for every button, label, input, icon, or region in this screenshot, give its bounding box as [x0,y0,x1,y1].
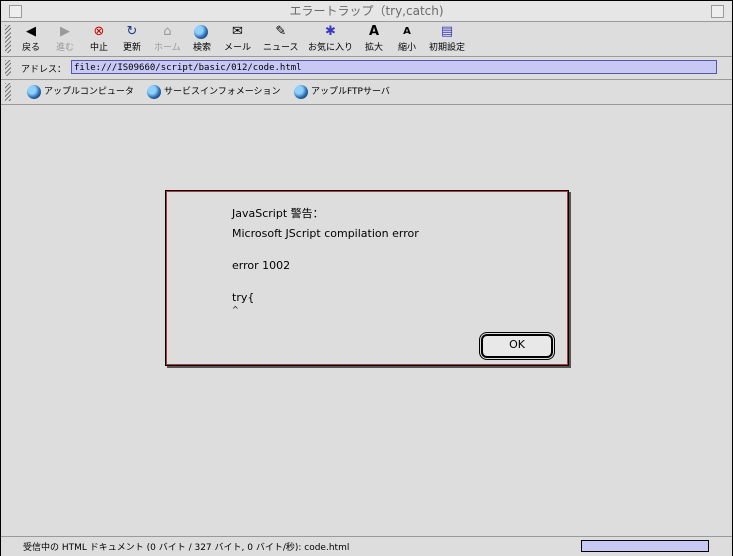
dialog-caret: ^ [232,305,239,314]
refresh-button[interactable]: ↻ 更新 [123,24,142,54]
back-label: 戻る [22,43,41,53]
mail-icon: ✉ [232,24,243,39]
address-label: アドレス： [21,65,67,75]
news-button[interactable]: ✎ ニュース [263,24,299,54]
zoom-box[interactable] [711,5,724,18]
globe-icon [147,84,161,99]
stop-icon: ⊗ [93,24,105,39]
text-smaller-icon: A [403,26,411,37]
back-button[interactable]: ◀ 戻る [22,24,41,54]
close-box[interactable] [9,5,22,18]
home-button[interactable]: ⌂ ホーム [154,24,181,54]
text-smaller-label: 縮小 [398,43,417,53]
text-larger-label: 拡大 [365,43,384,53]
javascript-alert-dialog: JavaScript 警告： Microsoft JScript compila… [165,190,569,366]
search-button[interactable]: 検索 [193,25,211,53]
stop-button[interactable]: ⊗ 中止 [90,24,109,54]
text-smaller-button[interactable]: A 縮小 [398,25,416,53]
forward-label: 進む [56,43,75,53]
refresh-icon: ↻ [126,24,138,39]
forward-button[interactable]: ▶ 進む [56,24,75,54]
favorites-button[interactable]: ✱ お気に入り [308,24,354,54]
address-bar: アドレス： file:///IS09660/script/basic/012/c… [1,57,732,80]
title-bar[interactable]: エラートラップ（try,catch) [1,1,732,22]
text-larger-icon: A [368,24,380,39]
dialog-title: JavaScript 警告： [232,207,324,220]
globe-icon [27,84,41,99]
favorite-apple-computer[interactable]: アップルコンピュータ [27,84,134,99]
mail-button[interactable]: ✉ メール [224,24,252,54]
dialog-message-line1: Microsoft JScript compilation error [232,227,419,240]
status-text: 受信中の HTML ドキュメント (0 バイト / 327 バイト, 0 バイト… [23,543,350,553]
window-title: エラートラップ（try,catch) [289,4,444,18]
news-icon: ✎ [275,24,287,39]
forward-arrow-icon: ▶ [60,24,70,39]
preferences-icon: ▤ [440,24,454,39]
dialog-message-line3: try{ [232,291,255,304]
home-icon: ⌂ [163,24,172,39]
favorites-grip[interactable] [5,83,11,101]
favorites-icon: ✱ [325,24,336,39]
favorite-service-info[interactable]: サービスインフォメーション [147,84,281,99]
toolbar-grip[interactable] [5,25,11,53]
browser-window: エラートラップ（try,catch) ◀ 戻る ▶ 進む ⊗ 中止 ↻ 更新 ⌂… [0,0,733,556]
dialog-message-line2: error 1002 [232,259,291,272]
page-content: JavaScript 警告： Microsoft JScript compila… [1,105,732,535]
search-label: 検索 [193,43,212,53]
progress-bar [581,540,709,552]
preferences-button[interactable]: ▤ 初期設定 [429,24,466,54]
ok-button[interactable]: OK [481,334,553,358]
favorite-label: アップルFTPサーバ [311,87,390,97]
toolbar: ◀ 戻る ▶ 進む ⊗ 中止 ↻ 更新 ⌂ ホーム 検索 ✉ メール ✎ ニュー… [1,22,732,57]
search-globe-icon [194,25,210,39]
news-label: ニュース [263,43,299,53]
preferences-label: 初期設定 [429,43,466,53]
stop-label: 中止 [90,43,109,53]
favorites-label: お気に入り [308,43,354,53]
refresh-label: 更新 [123,43,142,53]
home-label: ホーム [154,43,181,53]
back-arrow-icon: ◀ [26,24,36,39]
address-grip[interactable] [5,60,11,76]
globe-icon [294,84,308,99]
text-larger-button[interactable]: A 拡大 [365,24,384,54]
favorite-apple-ftp[interactable]: アップルFTPサーバ [294,84,390,99]
favorite-label: サービスインフォメーション [164,87,281,97]
address-input[interactable]: file:///IS09660/script/basic/012/code.ht… [71,60,717,74]
favorite-label: アップルコンピュータ [44,87,134,97]
mail-label: メール [224,43,252,53]
status-bar: 受信中の HTML ドキュメント (0 バイト / 327 バイト, 0 バイト… [1,536,732,556]
favorites-bar: アップルコンピュータ サービスインフォメーション アップルFTPサーバ [1,80,732,105]
